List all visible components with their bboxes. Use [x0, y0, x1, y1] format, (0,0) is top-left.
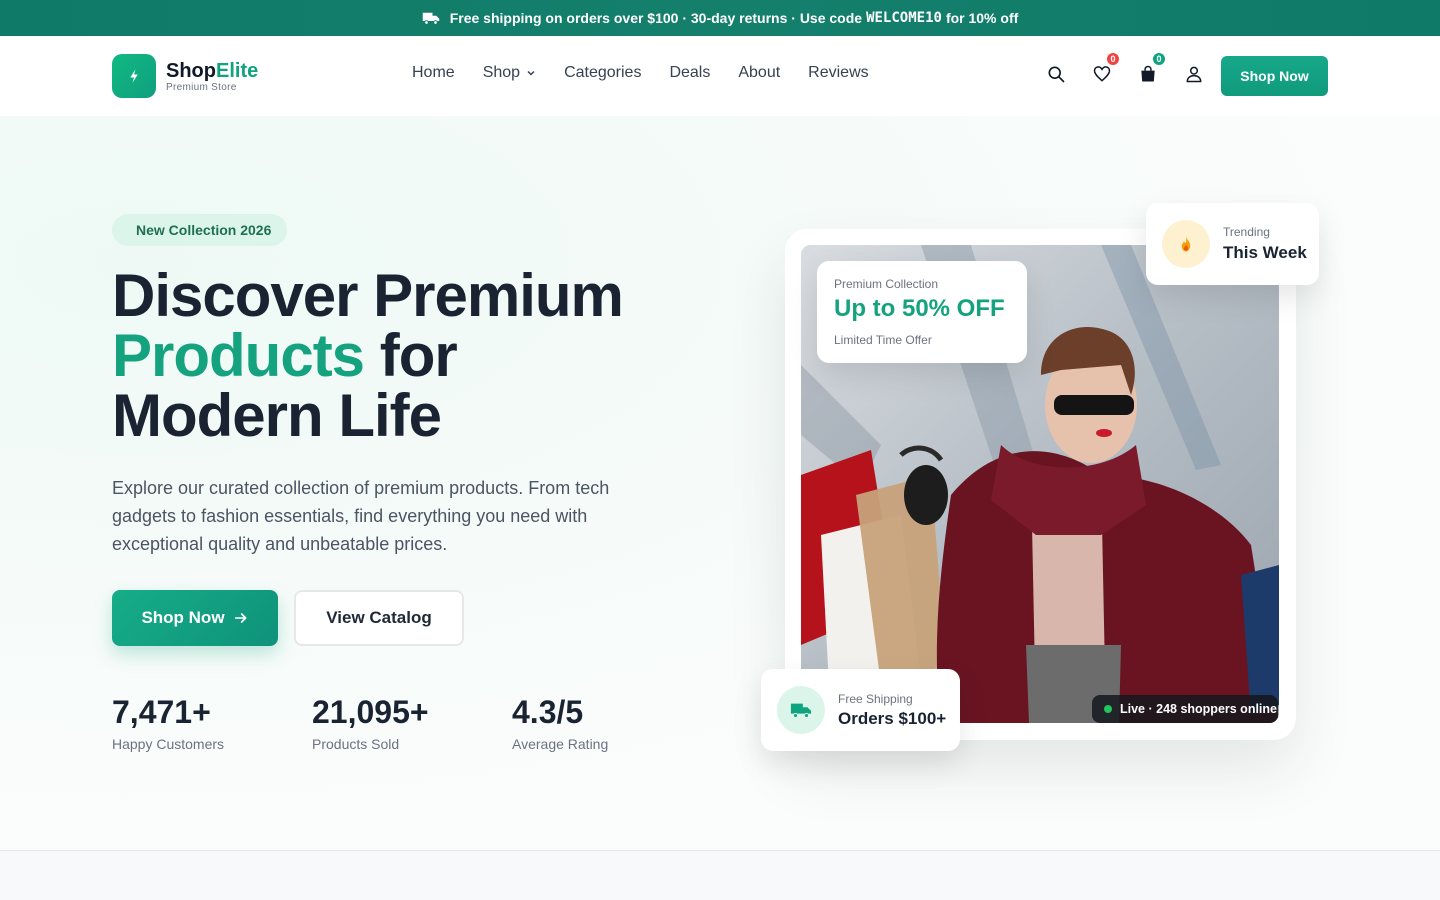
stat-value: 21,095+: [312, 694, 429, 730]
truck-icon: [777, 686, 825, 734]
nav-home[interactable]: Home: [412, 64, 455, 82]
stat-value: 4.3/5: [512, 694, 584, 730]
chevron-down-icon: [527, 70, 535, 76]
header-icons: 0 0: [1046, 51, 1204, 84]
shipping-card[interactable]: Free Shipping Orders $100+: [761, 669, 960, 751]
trending-card[interactable]: Trending This Week: [1146, 203, 1319, 285]
heart-icon: [1093, 66, 1111, 82]
view-catalog-button[interactable]: View Catalog: [294, 590, 464, 646]
arrow-right-icon: [234, 613, 247, 623]
wishlist-count-badge: 0: [1105, 51, 1121, 67]
shopping-bag-icon: [1141, 65, 1155, 82]
shipping-eyebrow: Free Shipping: [838, 691, 913, 706]
promo-note: Limited Time Offer: [834, 333, 932, 347]
bolt-icon: [112, 54, 156, 98]
hero-shop-now-button[interactable]: Shop Now: [112, 590, 278, 646]
nav-shop[interactable]: Shop: [483, 64, 536, 82]
stat-label: Average Rating: [512, 736, 609, 752]
live-shoppers-badge: Live · 248 shoppers online: [1092, 695, 1278, 723]
nav-deals[interactable]: Deals: [669, 64, 710, 82]
site-header: ShopElite Premium Store Home Shop Catego…: [0, 36, 1440, 116]
hero-heading-line2: Products for: [112, 322, 458, 389]
hero-heading-line3: Modern Life: [112, 382, 442, 449]
stat-label: Happy Customers: [112, 736, 225, 752]
search-icon[interactable]: [1046, 64, 1066, 84]
truck-icon: [422, 12, 439, 25]
hero-description: Explore our curated collection of premiu…: [112, 478, 610, 554]
stat-label: Products Sold: [312, 736, 400, 752]
stat-products-sold: 21,095+ Products Sold: [312, 694, 429, 752]
user-icon[interactable]: [1184, 64, 1204, 84]
nav-about[interactable]: About: [738, 64, 780, 82]
trending-eyebrow: Trending: [1223, 225, 1270, 239]
announcement-text-end: for 10% off: [945, 10, 1019, 26]
cart-count-badge: 0: [1151, 51, 1167, 67]
fire-icon: [1162, 220, 1210, 268]
announcement-text: Free shipping on orders over $100 · 30-d…: [449, 10, 863, 26]
promo-eyebrow: Premium Collection: [834, 277, 939, 291]
next-section: [0, 850, 1440, 900]
hero-heading: Discover Premium Products for Modern Lif…: [112, 262, 624, 449]
cart-button[interactable]: 0: [1138, 51, 1167, 84]
collection-pill: New Collection 2026: [112, 214, 288, 246]
trending-title: This Week: [1223, 243, 1307, 262]
brand-logo[interactable]: ShopElite Premium Store: [112, 54, 258, 98]
brand-name: ShopElite: [166, 59, 259, 82]
header-shop-now-button[interactable]: Shop Now: [1221, 56, 1328, 96]
promo-headline: Up to 50% OFF: [834, 295, 1005, 322]
promo-code: WELCOME10: [866, 10, 942, 26]
nav-shop-label: Shop: [482, 64, 521, 81]
promo-card[interactable]: Premium Collection Up to 50% OFF Limited…: [817, 261, 1027, 363]
live-dot-icon: [1104, 705, 1112, 713]
hero-shop-now-label: Shop Now: [141, 608, 225, 627]
stat-happy-customers: 7,471+ Happy Customers: [112, 694, 224, 752]
announcement-bar: Free shipping on orders over $100 · 30-d…: [0, 0, 1440, 36]
main-nav: Home Shop Categories Deals About Reviews: [412, 64, 869, 82]
brand-tagline: Premium Store: [166, 81, 237, 93]
stat-value: 7,471+: [112, 694, 211, 730]
stat-average-rating: 4.3/5 Average Rating: [512, 694, 608, 752]
hero-heading-line1: Discover Premium: [112, 262, 624, 329]
shipping-title: Orders $100+: [838, 708, 947, 728]
wishlist-button[interactable]: 0: [1092, 51, 1121, 84]
nav-categories[interactable]: Categories: [564, 64, 641, 82]
nav-reviews[interactable]: Reviews: [808, 64, 868, 82]
live-shoppers-text: Live · 248 shoppers online: [1120, 702, 1277, 716]
